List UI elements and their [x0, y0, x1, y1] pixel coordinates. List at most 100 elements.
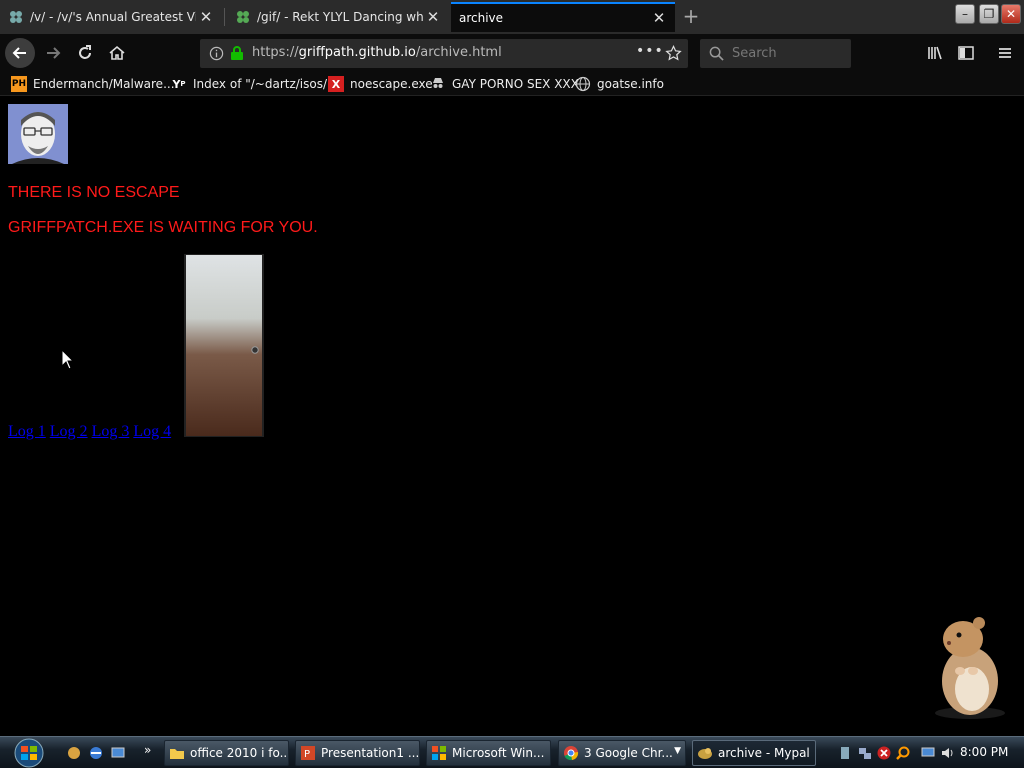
url-host: griffpath.github.io	[298, 45, 416, 60]
bookmark-noescape[interactable]: X noescape.exe	[328, 75, 433, 93]
start-button[interactable]	[8, 738, 50, 768]
taskbar-label: Microsoft Win...	[452, 746, 545, 760]
taskbar-powerpoint-window[interactable]: P Presentation1 ...	[295, 740, 420, 766]
search-box[interactable]: Search	[700, 39, 851, 68]
sidebar-button[interactable]	[951, 38, 981, 68]
waiting-text: GRIFFPATCH.EXE IS WAITING FOR YOU.	[8, 219, 318, 236]
show-desktop-icon[interactable]	[110, 745, 126, 761]
sidebar-icon	[958, 46, 974, 60]
back-arrow-icon	[12, 47, 26, 59]
minimize-button[interactable]: –	[955, 4, 975, 24]
library-icon	[928, 46, 942, 60]
chevron-down-icon[interactable]: ▼	[674, 746, 681, 756]
bookmark-dartz-index[interactable]: YP Index of "/~dartz/isos/"	[171, 75, 333, 93]
info-icon[interactable]	[209, 46, 224, 61]
close-tab-icon[interactable]: ✕	[649, 8, 669, 28]
taskbar-label: Presentation1 ...	[321, 746, 420, 760]
bookmark-label: GAY PORNO SEX XXX	[452, 77, 579, 91]
tray-network-icon[interactable]	[857, 745, 873, 761]
close-tab-icon[interactable]: ✕	[196, 7, 216, 27]
back-button[interactable]	[5, 38, 35, 68]
tab-label: /v/ - /v/'s Annual Greatest Vid	[30, 10, 196, 24]
bookmark-gay-porno[interactable]: GAY PORNO SEX XXX	[430, 75, 579, 93]
log-3-link[interactable]: Log 3	[92, 423, 130, 440]
taskbar-label: archive - Mypal	[718, 746, 810, 760]
menu-button[interactable]	[990, 38, 1020, 68]
tab-label: archive	[459, 11, 504, 25]
log-4-link[interactable]: Log 4	[133, 423, 171, 440]
search-placeholder: Search	[732, 46, 777, 61]
bookmark-star-icon[interactable]	[665, 45, 682, 62]
taskbar-folder-window[interactable]: office 2010 i fo...	[164, 740, 289, 766]
chrome-icon	[564, 746, 579, 761]
window-close-button[interactable]: ✕	[1001, 4, 1021, 24]
folder-icon	[170, 749, 184, 759]
4chan-clover-icon	[237, 11, 249, 23]
windows-flag-icon	[432, 746, 446, 760]
log-1-link[interactable]: Log 1	[8, 423, 46, 440]
4chan-clover-icon	[10, 11, 22, 23]
taskbar-label: office 2010 i fo...	[190, 746, 289, 760]
tray-search-icon[interactable]	[895, 745, 911, 761]
forward-arrow-icon	[47, 47, 61, 59]
log-2-link[interactable]: Log 2	[50, 423, 88, 440]
svg-text:P: P	[304, 749, 310, 760]
quicklaunch-ie-icon[interactable]	[88, 745, 104, 761]
taskbar-label: 3 Google Chr...	[584, 746, 673, 760]
bookmark-label: goatse.info	[597, 77, 664, 91]
tab-v-board[interactable]: /v/ - /v/'s Annual Greatest Vid ✕	[0, 2, 222, 32]
url-text: https://griffpath.github.io/archive.html	[252, 45, 502, 60]
yp-logo-letter: Y	[172, 77, 181, 91]
globe-icon	[575, 76, 591, 92]
red-x-icon: X	[328, 76, 344, 92]
lock-icon[interactable]	[230, 45, 244, 61]
url-scheme: https://	[252, 45, 299, 60]
tray-usb-icon[interactable]	[837, 745, 853, 761]
spy-icon	[433, 78, 443, 88]
bookmark-label: noescape.exe	[350, 77, 433, 91]
mouse-cursor-icon	[62, 350, 74, 370]
new-tab-button[interactable]: +	[680, 5, 702, 27]
navigation-toolbar: https://griffpath.github.io/archive.html…	[0, 34, 1024, 72]
tray-security-alert-icon[interactable]	[876, 745, 892, 761]
pornhub-logo-icon: PH	[11, 76, 27, 92]
forward-button[interactable]	[38, 38, 68, 68]
tab-gif-board[interactable]: /gif/ - Rekt YLYL Dancing whil ✕	[227, 2, 449, 32]
quicklaunch-overflow-icon[interactable]: »	[144, 743, 151, 757]
log-links: Log 1 Log 2 Log 3 Log 4	[8, 423, 175, 441]
hamburger-menu-icon	[999, 48, 1011, 58]
hamster-image	[935, 617, 1005, 719]
close-tab-icon[interactable]: ✕	[423, 7, 443, 27]
windows-taskbar: » office 2010 i fo... P Presentation1 ..…	[0, 736, 1024, 768]
home-icon	[109, 45, 125, 60]
taskbar-microsoft-window[interactable]: Microsoft Win...	[426, 740, 551, 766]
quicklaunch-app-icon[interactable]	[66, 745, 82, 761]
yp-logo-icon: YP	[172, 77, 186, 91]
tab-archive[interactable]: archive ✕	[451, 2, 675, 32]
avatar-image	[8, 104, 68, 164]
search-icon	[709, 46, 724, 61]
taskbar-mypal-window[interactable]: archive - Mypal	[692, 740, 816, 766]
home-button[interactable]	[102, 38, 132, 68]
tray-display-icon[interactable]	[920, 745, 936, 761]
bookmark-goatse[interactable]: goatse.info	[575, 75, 664, 93]
clock[interactable]: 8:00 PM	[960, 745, 1008, 759]
bookmark-endermanch[interactable]: PH Endermanch/Malware...	[11, 75, 175, 93]
page-content: THERE IS NO ESCAPE GRIFFPATCH.EXE IS WAI…	[0, 96, 1024, 736]
tab-label: /gif/ - Rekt YLYL Dancing whil	[257, 10, 423, 24]
volume-icon[interactable]	[940, 745, 956, 761]
library-button[interactable]	[920, 38, 950, 68]
no-escape-text: THERE IS NO ESCAPE	[8, 184, 180, 201]
url-bar[interactable]: https://griffpath.github.io/archive.html…	[200, 39, 688, 68]
tab-separator	[224, 8, 225, 26]
url-path: /archive.html	[415, 45, 502, 60]
bookmark-label: Index of "/~dartz/isos/"	[193, 77, 333, 91]
mypal-icon	[698, 748, 712, 759]
bookmark-label: Endermanch/Malware...	[33, 77, 175, 91]
door-image	[184, 254, 264, 437]
taskbar-chrome-group[interactable]: 3 Google Chr... ▼	[558, 740, 686, 766]
bookmarks-toolbar: PH Endermanch/Malware... YP Index of "/~…	[0, 72, 1024, 96]
page-actions-icon[interactable]: •••	[636, 43, 664, 59]
reload-button[interactable]	[70, 38, 100, 68]
restore-button[interactable]: ❐	[979, 4, 999, 24]
